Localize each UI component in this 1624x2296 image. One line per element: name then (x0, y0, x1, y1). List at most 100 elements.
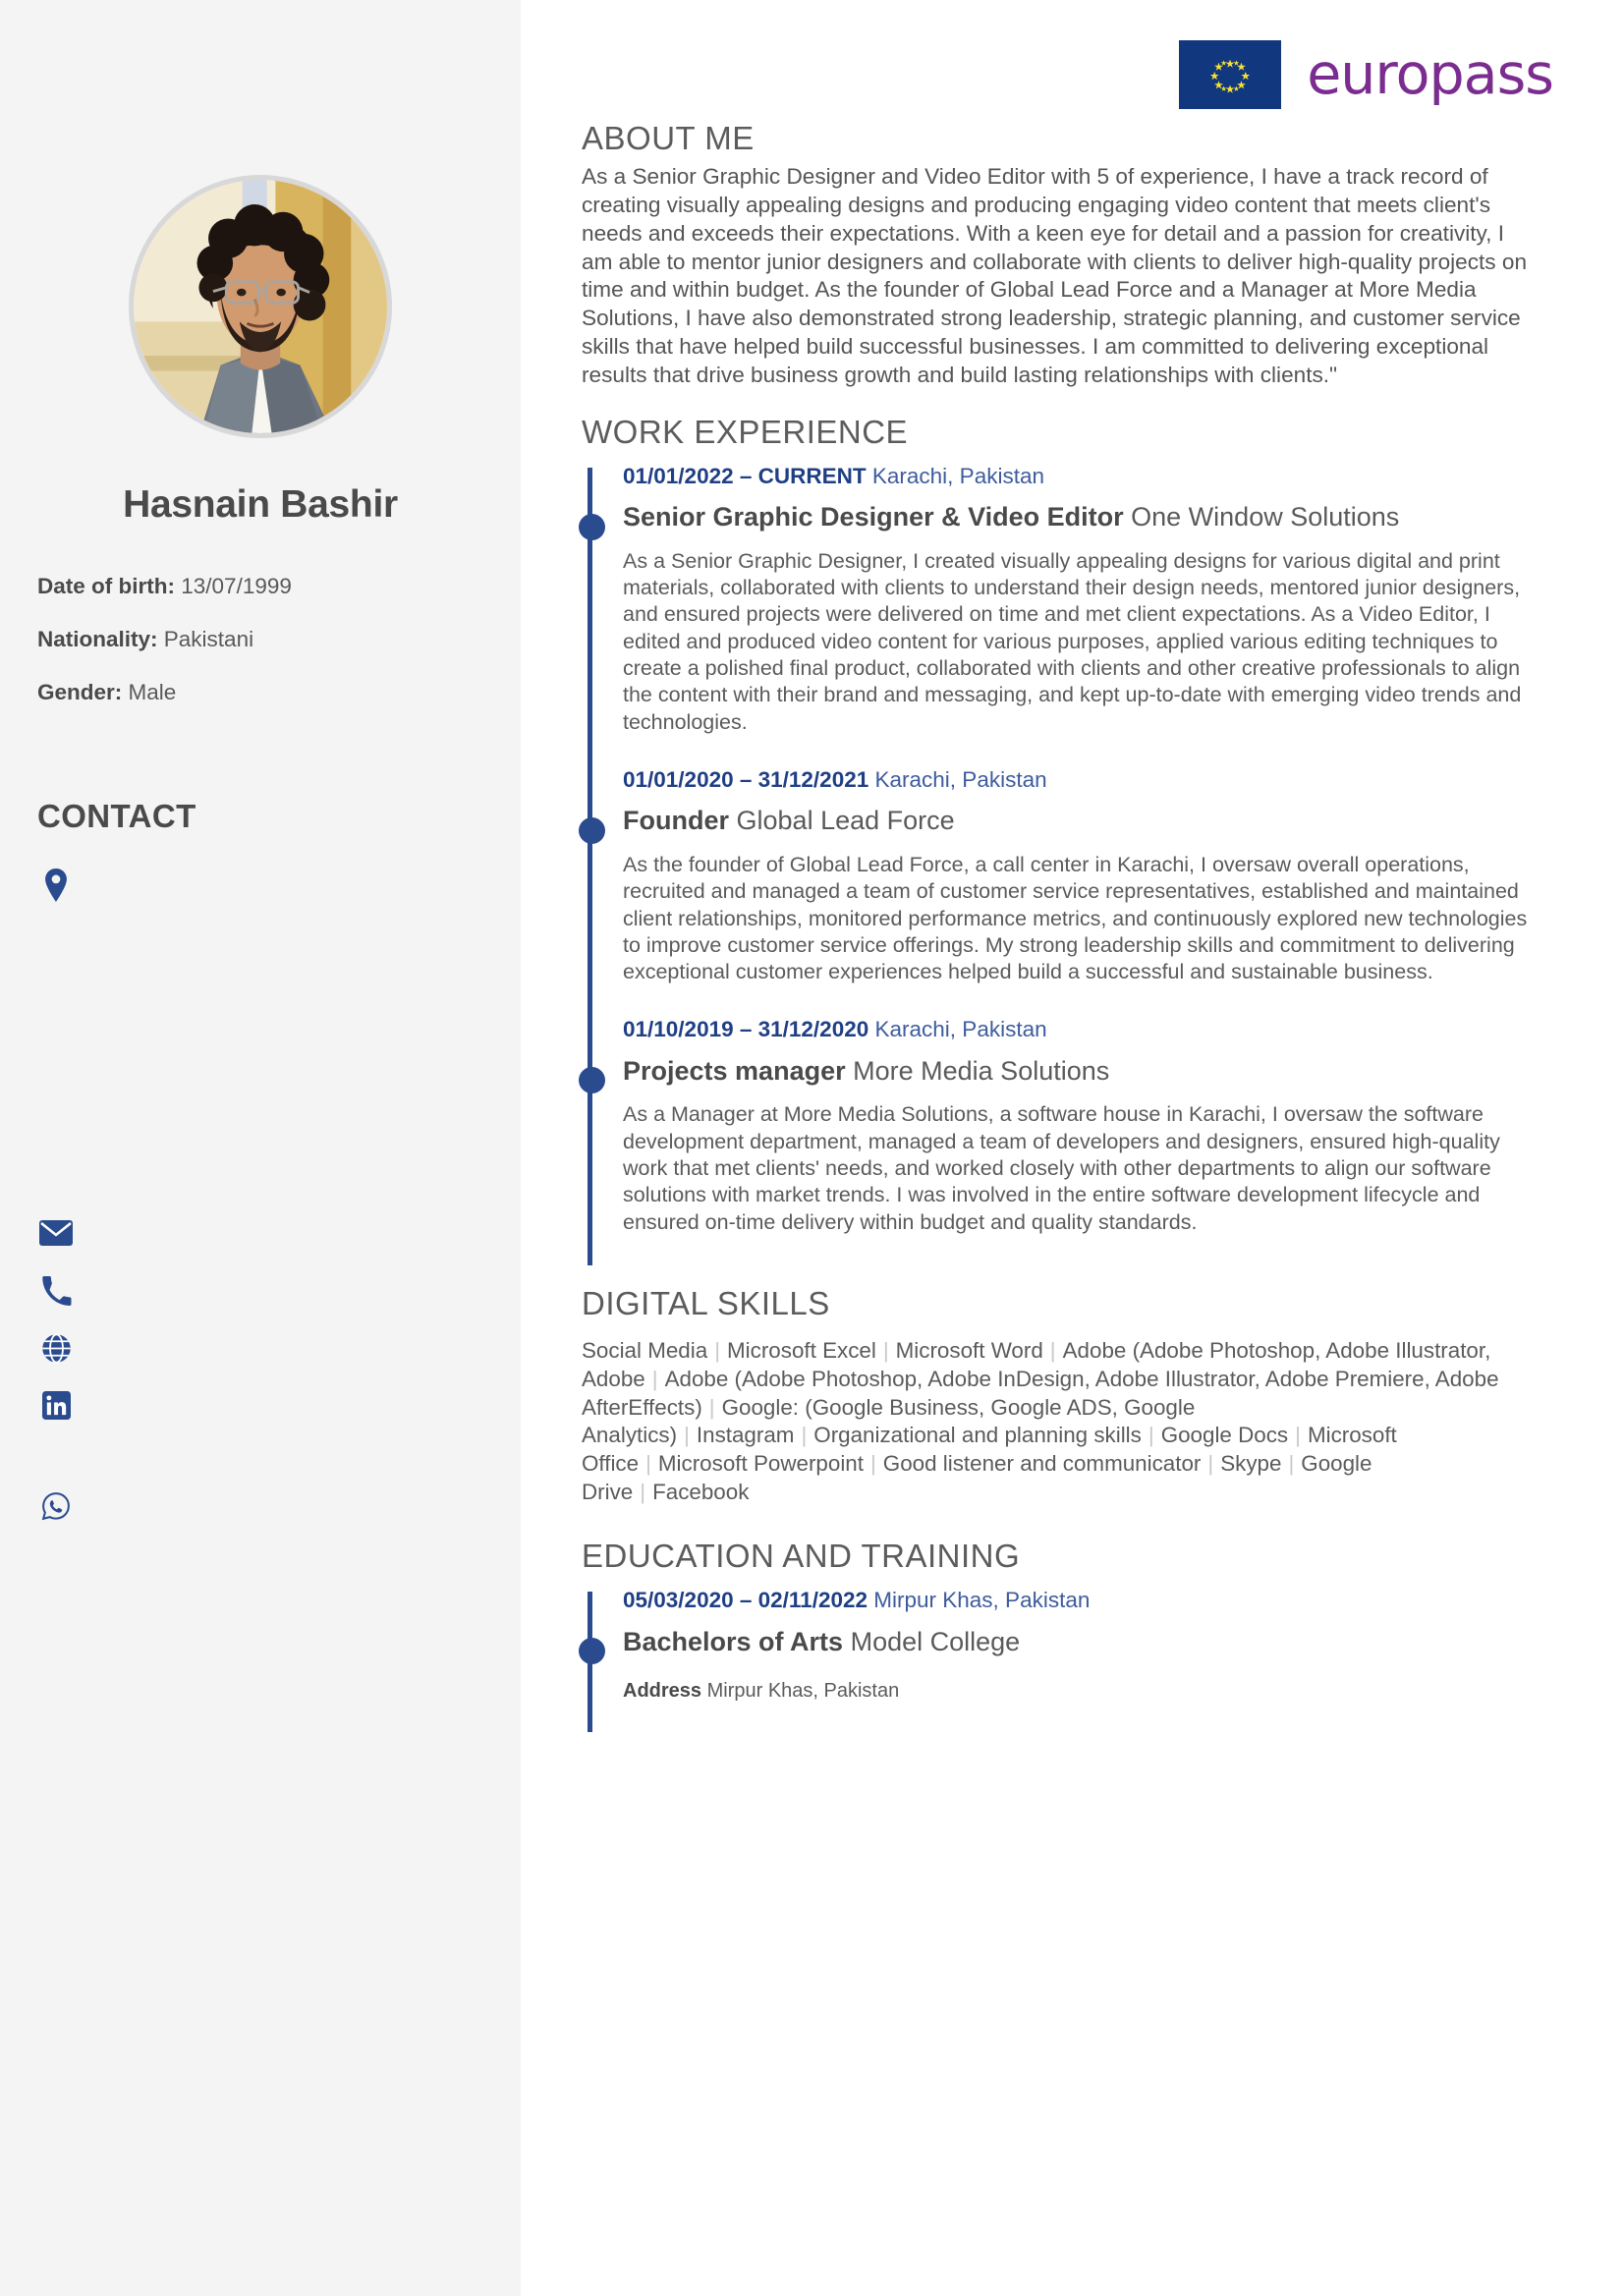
education-address-value: Mirpur Khas, Pakistan (706, 1680, 900, 1703)
work-experience-heading: WORK EXPERIENCE (582, 413, 909, 450)
linkedin-icon (39, 1388, 73, 1422)
timeline-dot-icon (579, 1067, 605, 1094)
globe-icon (39, 1331, 73, 1365)
education-entry-location: Mirpur Khas, Pakistan (873, 1588, 1091, 1613)
work-entry-org: One Window Solutions (1131, 502, 1400, 532)
skill-separator: | (640, 1479, 646, 1504)
about-me-body: As a Senior Graphic Designer and Video E… (582, 164, 1528, 387)
education-entry-title-line: Bachelors of Arts Model College (623, 1626, 1553, 1659)
work-entry-location: Karachi, Pakistan (874, 766, 1047, 792)
skill-separator: | (651, 1366, 658, 1391)
work-entry: 01/10/2019 – 31/12/2020 Karachi, Pakista… (579, 1015, 1553, 1264)
skill-item: Google Docs (1160, 1423, 1289, 1448)
digital-skills-block: Social Media | Microsoft Excel | Microsoft W… (582, 1337, 1544, 1506)
fact-value: 13/07/1999 (181, 574, 292, 598)
work-entry-date-line: 01/01/2020 – 31/12/2021 Karachi, Pakista… (623, 765, 1553, 794)
skill-item: Social Media (582, 1338, 708, 1364)
skill-item: Good listener and communicator (882, 1450, 1202, 1476)
education-entry-date-line: 05/03/2020 – 02/11/2022 Mirpur Khas, Pak… (623, 1586, 1553, 1614)
main-content: europass ABOUT ME As a Senior Graphic De… (521, 0, 1624, 2296)
whatsapp-icon (39, 1489, 73, 1523)
work-entry-date-line: 01/10/2019 – 31/12/2020 Karachi, Pakista… (623, 1015, 1553, 1043)
education-address-label: Address (623, 1680, 702, 1703)
skill-separator: | (1288, 1450, 1295, 1476)
work-entry-title-line: Senior Graphic Designer & Video Editor O… (623, 501, 1553, 534)
education-entry: 05/03/2020 – 02/11/2022 Mirpur Khas, Pak… (579, 1586, 1553, 1732)
europass-logo: europass (582, 0, 1554, 118)
skill-separator: | (882, 1338, 889, 1364)
location-pin-icon (39, 868, 73, 902)
work-timeline: 01/01/2022 – CURRENT Karachi, Pakistan S… (579, 462, 1553, 1265)
section-work-experience: WORK EXPERIENCE 01/01/2022 – CURRENT Kar… (579, 412, 1553, 1265)
skill-separator: | (1049, 1338, 1056, 1364)
fact-label: Gender: (37, 680, 123, 704)
fact-value: Male (128, 680, 177, 704)
cv-page: Hasnain Bashir Date of birth: 13/07/1999… (0, 0, 1624, 2296)
envelope-icon (39, 1216, 73, 1250)
education-entry-address: Address Mirpur Khas, Pakistan (623, 1680, 1553, 1703)
work-entry-role: Projects manager (623, 1055, 846, 1086)
education-heading: EDUCATION AND TRAINING (582, 1538, 1021, 1575)
skill-item: Organizational and planning skills (813, 1423, 1142, 1448)
work-entry-description: As the founder of Global Lead Force, a c… (623, 852, 1528, 984)
work-entry-title-line: Founder Global Lead Force (623, 805, 1553, 838)
section-about-me: ABOUT ME As a Senior Graphic Designer an… (582, 118, 1553, 390)
fact-value: Pakistani (163, 627, 254, 651)
fact-label: Nationality: (37, 627, 158, 651)
digital-skills-list: Social Media | Microsoft Excel | Microsoft W… (582, 1337, 1544, 1506)
work-entry-location: Karachi, Pakistan (874, 1017, 1047, 1042)
work-entry-role: Senior Graphic Designer & Video Editor (623, 502, 1124, 532)
avatar (129, 175, 392, 438)
skill-separator: | (1148, 1423, 1154, 1448)
education-timeline: 05/03/2020 – 02/11/2022 Mirpur Khas, Pak… (579, 1586, 1553, 1733)
work-entry: 01/01/2020 – 31/12/2021 Karachi, Pakista… (579, 765, 1553, 1015)
digital-skills-heading: DIGITAL SKILLS (582, 1284, 830, 1321)
skill-item: Microsoft Word (895, 1338, 1043, 1364)
sidebar: Hasnain Bashir Date of birth: 13/07/1999… (0, 0, 521, 2296)
eu-flag-icon (1179, 40, 1282, 109)
work-entry-date: 01/01/2022 – CURRENT (623, 463, 867, 488)
skill-item: Microsoft Excel (727, 1338, 876, 1364)
skill-separator: | (684, 1423, 690, 1448)
fact-nationality: Nationality: Pakistani (37, 626, 491, 652)
europass-wordmark: europass (1307, 41, 1554, 107)
fact-label: Date of birth: (37, 574, 175, 598)
skill-separator: | (1295, 1423, 1301, 1448)
skill-item: Facebook (652, 1479, 750, 1504)
skill-separator: | (645, 1450, 651, 1476)
phone-icon (39, 1274, 73, 1308)
work-entry-date: 01/01/2020 – 31/12/2021 (623, 766, 869, 792)
fact-gender: Gender: Male (37, 679, 491, 705)
skill-separator: | (869, 1450, 876, 1476)
about-me-heading: ABOUT ME (582, 120, 755, 156)
contact-heading: CONTACT (37, 798, 196, 834)
work-entry-date: 01/10/2019 – 31/12/2020 (623, 1017, 869, 1042)
page-title: Hasnain Bashir (123, 483, 398, 526)
work-entry-description: As a Senior Graphic Designer, I created … (623, 548, 1522, 734)
personal-facts: Date of birth: 13/07/1999 Nationality: P… (37, 573, 491, 732)
timeline-dot-icon (579, 816, 605, 844)
skill-separator: | (1207, 1450, 1214, 1476)
timeline-dot-icon (579, 513, 605, 540)
work-entry-date-line: 01/01/2022 – CURRENT Karachi, Pakistan (623, 462, 1553, 490)
skill-separator: | (801, 1423, 808, 1448)
education-entry-degree: Bachelors of Arts (623, 1626, 844, 1656)
work-entry-title-line: Projects manager More Media Solutions (623, 1055, 1553, 1089)
fact-date-of-birth: Date of birth: 13/07/1999 (37, 573, 491, 599)
section-education: EDUCATION AND TRAINING 05/03/2020 – 02/1… (579, 1536, 1553, 1733)
work-entry-org: More Media Solutions (853, 1055, 1110, 1086)
education-entry-institution: Model College (850, 1626, 1021, 1656)
skill-item: Microsoft Powerpoint (657, 1450, 864, 1476)
timeline-dot-icon (579, 1638, 605, 1665)
work-entry-org: Global Lead Force (736, 806, 955, 836)
work-entry-description: As a Manager at More Media Solutions, a … (623, 1102, 1500, 1234)
skill-item: Instagram (696, 1423, 795, 1448)
avatar-wrapper (0, 175, 521, 438)
skill-separator: | (708, 1394, 715, 1420)
work-entry: 01/01/2022 – CURRENT Karachi, Pakistan S… (579, 462, 1553, 765)
work-entry-role: Founder (623, 806, 729, 836)
work-entry-location: Karachi, Pakistan (871, 463, 1044, 488)
education-entry-date: 05/03/2020 – 02/11/2022 (623, 1588, 868, 1613)
skill-item: Skype (1220, 1450, 1282, 1476)
skill-separator: | (714, 1338, 721, 1364)
